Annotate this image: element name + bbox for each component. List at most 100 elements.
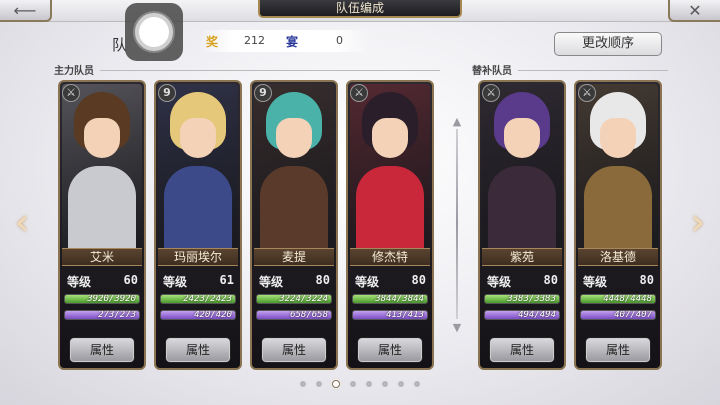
character-portrait xyxy=(482,84,562,250)
team-divider: ▲ ▼ xyxy=(447,115,467,335)
level-label: 等级 xyxy=(355,275,380,289)
hp-value: 3920/3920 xyxy=(87,294,136,304)
hp-bar: 3383/3383 xyxy=(484,294,560,304)
level-label: 等级 xyxy=(163,275,188,289)
home-ring-icon xyxy=(135,13,173,51)
level-label: 等级 xyxy=(259,275,284,289)
hp-value: 4448/4448 xyxy=(603,294,652,304)
floating-home-button[interactable] xyxy=(125,3,183,61)
attributes-button[interactable]: 属性 xyxy=(358,338,422,362)
character-portrait xyxy=(254,84,334,250)
character-name: 麦提 xyxy=(254,248,334,266)
character-name: 修杰特 xyxy=(350,248,430,266)
level-row: 等级 60 xyxy=(64,273,140,289)
hp-bar: 2423/2423 xyxy=(160,294,236,304)
level-label: 等级 xyxy=(67,275,92,289)
sp-bar: 494/494 xyxy=(484,310,560,320)
character-card[interactable]: ⚔ 洛基德 等级 80 4448/4448 407/407 属性 xyxy=(574,80,662,370)
page-dot[interactable] xyxy=(414,381,420,387)
divider-down-icon: ▼ xyxy=(452,321,462,334)
level-value: 80 xyxy=(315,273,330,287)
attributes-button[interactable]: 属性 xyxy=(262,338,326,362)
sp-bar: 273/273 xyxy=(64,310,140,320)
character-card[interactable]: 9 玛丽埃尔 等级 61 2423/2423 420/420 属性 xyxy=(154,80,242,370)
attributes-button[interactable]: 属性 xyxy=(490,338,554,362)
page-dot[interactable] xyxy=(366,381,372,387)
level-value: 61 xyxy=(219,273,234,287)
character-name: 艾米 xyxy=(62,248,142,266)
sp-bar: 420/420 xyxy=(160,310,236,320)
character-portrait xyxy=(350,84,430,250)
character-card[interactable]: ⚔ 紫苑 等级 80 3383/3383 494/494 属性 xyxy=(478,80,566,370)
level-value: 80 xyxy=(411,273,426,287)
page-dot[interactable] xyxy=(382,381,388,387)
hp-value: 2423/2423 xyxy=(183,294,232,304)
feast-icon: 宴 xyxy=(286,35,299,49)
hp-bar: 4448/4448 xyxy=(580,294,656,304)
page-indicator xyxy=(300,380,420,391)
sp-value: 273/273 xyxy=(98,310,136,320)
class-icon: ⚔ xyxy=(350,84,368,102)
hp-value: 3224/3224 xyxy=(279,294,328,304)
sp-value: 407/407 xyxy=(614,310,652,320)
rank-badge-icon: 9 xyxy=(158,84,176,102)
level-label: 等级 xyxy=(487,275,512,289)
level-value: 80 xyxy=(543,273,558,287)
rank-badge-icon: 9 xyxy=(254,84,272,102)
attributes-button[interactable]: 属性 xyxy=(70,338,134,362)
attributes-button[interactable]: 属性 xyxy=(166,338,230,362)
sp-value: 658/658 xyxy=(290,310,328,320)
character-card[interactable]: 9 麦提 等级 80 3224/3224 658/658 属性 xyxy=(250,80,338,370)
hp-value: 3383/3383 xyxy=(507,294,556,304)
character-card[interactable]: ⚔ 修杰特 等级 80 3844/3844 413/413 属性 xyxy=(346,80,434,370)
page-dot[interactable] xyxy=(350,381,356,387)
prev-page-arrow-icon[interactable]: ‹ xyxy=(10,200,34,246)
hp-bar: 3844/3844 xyxy=(352,294,428,304)
sp-value: 494/494 xyxy=(518,310,556,320)
level-row: 等级 80 xyxy=(580,273,656,289)
page-dot-active[interactable] xyxy=(332,380,340,388)
class-icon: ⚔ xyxy=(578,84,596,102)
level-row: 等级 80 xyxy=(352,273,428,289)
close-button[interactable]: ✕ xyxy=(668,0,720,22)
page-dot[interactable] xyxy=(316,381,322,387)
sp-bar: 413/413 xyxy=(352,310,428,320)
reward-icon: 奖 xyxy=(206,35,219,49)
level-row: 等级 61 xyxy=(160,273,236,289)
reward-value: 212 xyxy=(244,34,265,47)
character-portrait xyxy=(578,84,658,250)
reorder-button[interactable]: 更改顺序 xyxy=(554,32,662,56)
character-card[interactable]: ⚔ 艾米 等级 60 3920/3920 273/273 属性 xyxy=(58,80,146,370)
class-icon: ⚔ xyxy=(482,84,500,102)
page-dot[interactable] xyxy=(300,381,306,387)
level-value: 80 xyxy=(639,273,654,287)
character-portrait xyxy=(158,84,238,250)
character-portrait xyxy=(62,84,142,250)
character-name: 玛丽埃尔 xyxy=(158,248,238,266)
feast-value: 0 xyxy=(336,34,343,47)
hp-value: 3844/3844 xyxy=(375,294,424,304)
main-members-label: 主力队员 xyxy=(54,66,94,77)
reserve-members-label: 替补队员 xyxy=(472,66,512,77)
sp-value: 413/413 xyxy=(386,310,424,320)
page-title: 队伍编成 xyxy=(258,0,462,18)
attributes-button[interactable]: 属性 xyxy=(586,338,650,362)
back-arrow-icon: ⟵ xyxy=(13,0,37,20)
close-icon: ✕ xyxy=(688,0,702,20)
page-dot[interactable] xyxy=(398,381,404,387)
divider-up-icon: ▲ xyxy=(452,115,462,128)
back-button[interactable]: ⟵ xyxy=(0,0,52,22)
character-name: 紫苑 xyxy=(482,248,562,266)
stat-row: 奖 212 宴 0 xyxy=(200,30,370,52)
reserve-section-line xyxy=(518,70,668,71)
main-section-line xyxy=(100,70,440,71)
character-name: 洛基德 xyxy=(578,248,658,266)
sp-bar: 658/658 xyxy=(256,310,332,320)
level-row: 等级 80 xyxy=(256,273,332,289)
level-row: 等级 80 xyxy=(484,273,560,289)
hp-bar: 3224/3224 xyxy=(256,294,332,304)
sp-bar: 407/407 xyxy=(580,310,656,320)
level-label: 等级 xyxy=(583,275,608,289)
hp-bar: 3920/3920 xyxy=(64,294,140,304)
next-page-arrow-icon[interactable]: › xyxy=(686,200,710,246)
